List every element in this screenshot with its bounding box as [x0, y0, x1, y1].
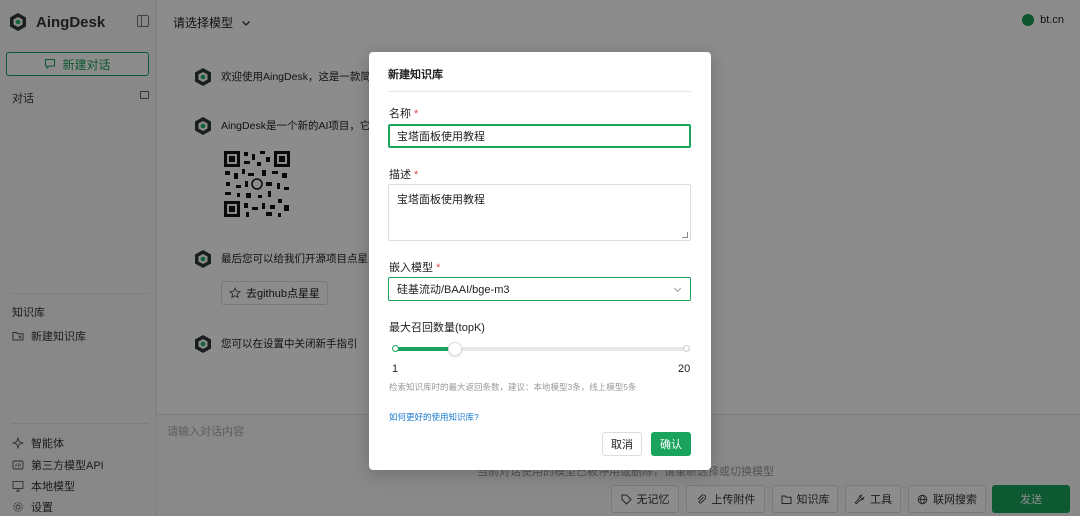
slider-end-dot	[683, 345, 690, 352]
slider-thumb[interactable]	[448, 342, 463, 356]
new-knowledge-base-dialog: 新建知识库 名称 * 宝塔面板使用教程 描述 * 宝塔面板使用教程 嵌入模型 * 硅基…	[369, 52, 711, 470]
description-textarea[interactable]: 宝塔面板使用教程	[388, 184, 691, 241]
help-link[interactable]: 如何更好的使用知识库?	[389, 411, 479, 423]
topk-hint: 检索知识库时的最大返回条数，建议：本地模型3条，线上模型5条	[389, 382, 637, 392]
embedding-model-label: 嵌入模型 *	[389, 262, 441, 274]
description-label: 描述 *	[389, 169, 419, 181]
slider-fill	[394, 347, 456, 351]
cancel-button[interactable]: 取消	[602, 432, 642, 456]
resize-handle-icon[interactable]	[682, 232, 688, 238]
slider-start-dot	[392, 345, 399, 352]
confirm-button[interactable]: 确认	[651, 432, 691, 456]
name-input[interactable]: 宝塔面板使用教程	[388, 124, 691, 148]
name-label: 名称 *	[389, 108, 419, 120]
embedding-model-select[interactable]: 硅基流动/BAAI/bge-m3	[388, 277, 691, 301]
chevron-down-icon	[673, 284, 682, 293]
dialog-title: 新建知识库	[388, 69, 443, 81]
topk-max-label: 20	[678, 363, 691, 375]
topk-slider[interactable]	[392, 342, 690, 356]
topk-min-label: 1	[392, 363, 399, 375]
divider	[388, 91, 691, 92]
topk-label: 最大召回数量(topK)	[389, 322, 485, 334]
